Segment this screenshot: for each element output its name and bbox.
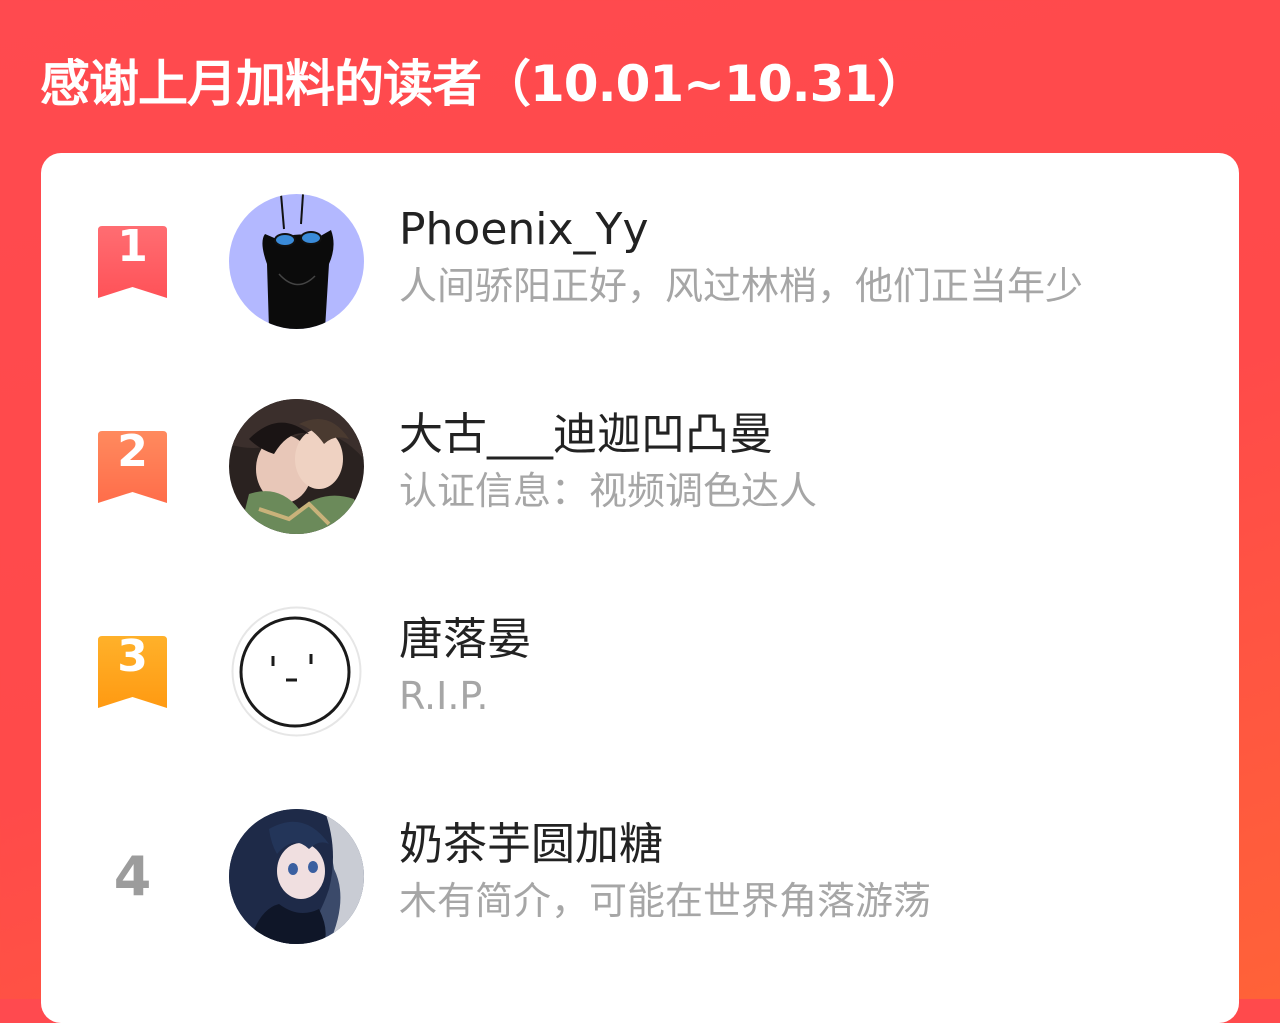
rank-2-ribbon-icon: 2: [98, 426, 167, 503]
rank-number: 1: [117, 221, 148, 272]
rank-1-ribbon-icon: 1: [98, 221, 167, 298]
reader-row-3[interactable]: 3 唐落晏 R.I.P.: [41, 598, 1239, 748]
rank-3-ribbon-icon: 3: [98, 631, 167, 708]
avatar[interactable]: [229, 194, 364, 329]
rank-number: 3: [117, 631, 148, 682]
reader-name: 奶茶芋圆加糖: [399, 819, 663, 870]
avatar[interactable]: [229, 604, 364, 739]
rank-number: 4: [113, 845, 152, 908]
reader-description: 认证信息：视频调色达人: [399, 469, 818, 513]
page-title: 感谢上月加料的读者（10.01~10.31）: [40, 55, 927, 113]
reader-name: 唐落晏: [399, 614, 531, 665]
reader-description: R.I.P.: [399, 674, 489, 718]
avatar[interactable]: [229, 399, 364, 534]
reader-name: Phoenix_Yy: [399, 204, 649, 255]
reader-name: 大古___迪迦凹凸曼: [399, 409, 773, 460]
reader-description: 人间骄阳正好，风过林梢，他们正当年少: [399, 264, 1084, 308]
reader-row-1[interactable]: 1 Phoenix_Yy 人间骄阳正好，风过林梢，他们正当年少: [41, 188, 1239, 338]
reader-row-4[interactable]: 4 奶茶芋圆加糖 木有简介，可能在世界角落游荡: [41, 803, 1239, 953]
reader-ranking-card: 1 Phoenix_Yy 人间骄阳正好，风过林梢，他们正当年少 2 大古___迪…: [41, 153, 1239, 1023]
reader-row-2[interactable]: 2 大古___迪迦凹凸曼 认证信息：视频调色达人: [41, 393, 1239, 543]
reader-description: 木有简介，可能在世界角落游荡: [399, 879, 932, 923]
rank-number: 2: [117, 426, 148, 477]
avatar[interactable]: [229, 809, 364, 944]
